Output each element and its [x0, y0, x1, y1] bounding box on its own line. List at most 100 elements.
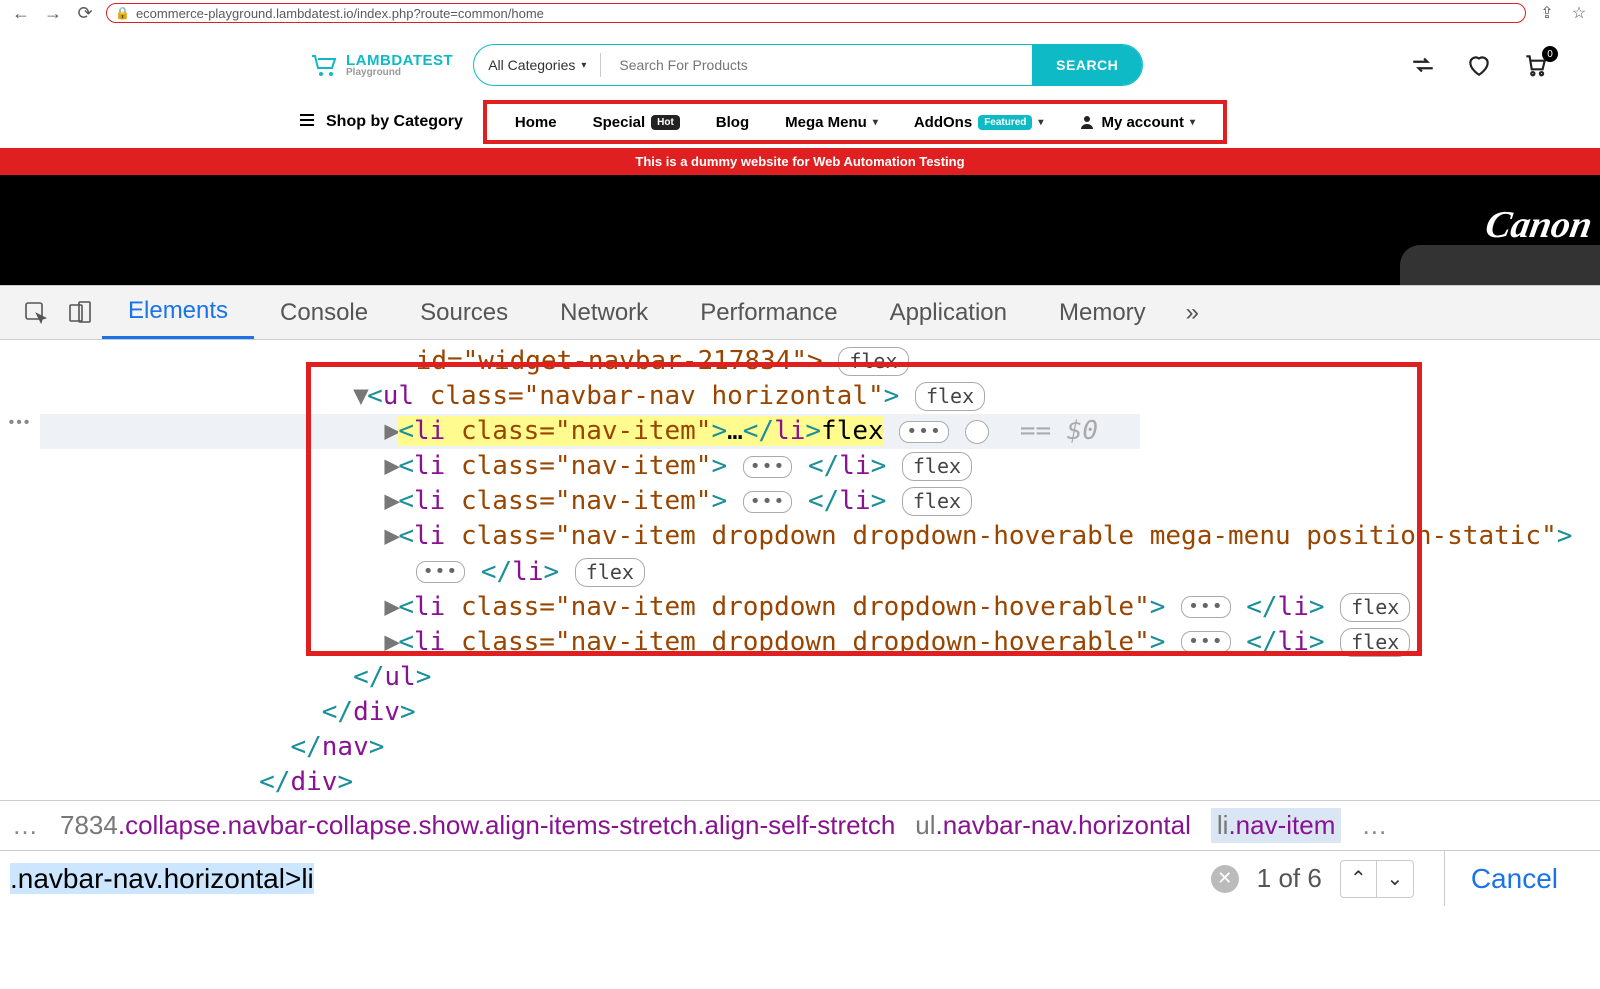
tab-memory[interactable]: Memory: [1033, 286, 1172, 339]
expand-arrow[interactable]: ▼: [353, 379, 367, 414]
code-line[interactable]: </ul>: [40, 660, 1600, 695]
search-stepper: ⌃ ⌄: [1340, 860, 1414, 898]
hot-badge: Hot: [651, 115, 680, 130]
cart-icon[interactable]: 0: [1520, 50, 1550, 80]
expand-arrow[interactable]: ▶: [384, 519, 398, 554]
back-button[interactable]: ←: [10, 2, 32, 24]
code-line[interactable]: ▶<li class="nav-item dropdown dropdown-h…: [40, 519, 1600, 554]
main-nav: Home SpecialHot Blog Mega Menu▾ AddOnsFe…: [483, 100, 1227, 144]
code-line[interactable]: </div>: [40, 695, 1600, 730]
nav-blog[interactable]: Blog: [716, 114, 749, 131]
search-input[interactable]: [601, 45, 1032, 85]
actions-icon[interactable]: •••: [416, 561, 466, 583]
hero-brand-text: Canon: [1482, 203, 1595, 247]
cart-count-badge: 0: [1542, 46, 1558, 62]
url-text: ecommerce-playground.lambdatest.io/index…: [136, 6, 544, 21]
expand-arrow[interactable]: ▶: [384, 484, 398, 519]
nav-addons[interactable]: AddOnsFeatured▾: [914, 114, 1044, 131]
code-line[interactable]: ••• </li> flex: [40, 555, 1600, 590]
actions-icon[interactable]: •••: [743, 491, 793, 513]
browser-toolbar: ← → ⟳ 🔒 ecommerce-playground.lambdatest.…: [0, 0, 1600, 26]
code-line[interactable]: </nav>: [40, 730, 1600, 765]
compare-icon[interactable]: [1408, 50, 1438, 80]
expand-arrow[interactable]: ▶: [384, 625, 398, 660]
dom-tree[interactable]: id="widget-navbar-217834"> flex ▼<ul cla…: [40, 340, 1600, 800]
search-button[interactable]: SEARCH: [1032, 45, 1142, 85]
code-line[interactable]: ▼<ul class="navbar-nav horizontal"> flex: [40, 379, 1600, 414]
breadcrumb-item[interactable]: 7834.collapse.navbar-collapse.show.align…: [60, 810, 895, 841]
expand-arrow[interactable]: ▶: [384, 590, 398, 625]
nav-home[interactable]: Home: [515, 114, 557, 131]
tabs-overflow-icon[interactable]: »: [1172, 299, 1213, 327]
wishlist-icon[interactable]: [1464, 50, 1494, 80]
lock-icon: 🔒: [115, 6, 130, 20]
tab-sources[interactable]: Sources: [394, 286, 534, 339]
inspect-element-icon[interactable]: [14, 295, 58, 331]
expand-arrow[interactable]: ▶: [384, 449, 398, 484]
nav-my-account[interactable]: My account▾: [1079, 114, 1195, 131]
scroll-indicator: [965, 420, 989, 444]
dollar-zero: == $0: [1020, 416, 1098, 446]
cancel-button[interactable]: Cancel: [1444, 851, 1584, 906]
featured-badge: Featured: [978, 115, 1032, 130]
flex-badge[interactable]: flex: [915, 382, 985, 411]
bookmark-icon[interactable]: ☆: [1568, 2, 1590, 24]
flex-badge[interactable]: flex: [902, 452, 972, 481]
hero-section: Canon: [0, 175, 1600, 285]
shop-by-category-label: Shop by Category: [326, 113, 463, 131]
code-line-selected[interactable]: ▶<li class="nav-item">…</li>flex ••• == …: [40, 414, 1140, 449]
code-line[interactable]: ▶<li class="nav-item"> ••• </li> flex: [40, 484, 1600, 519]
search-prev-button[interactable]: ⌃: [1341, 861, 1377, 897]
device-toggle-icon[interactable]: [58, 295, 102, 331]
breadcrumb: … 7834.collapse.navbar-collapse.show.ali…: [0, 800, 1600, 850]
expand-arrow[interactable]: ▶: [384, 414, 398, 449]
logo[interactable]: LAMBDATEST Playground: [310, 52, 453, 78]
search-next-button[interactable]: ⌄: [1377, 861, 1413, 897]
flex-badge[interactable]: flex: [575, 558, 645, 587]
search-query-input[interactable]: .navbar-nav.horizontal>li: [0, 857, 1193, 901]
share-icon[interactable]: ⇪: [1536, 2, 1558, 24]
tab-elements[interactable]: Elements: [102, 286, 254, 339]
code-line[interactable]: ▶<li class="nav-item dropdown dropdown-h…: [40, 625, 1600, 660]
clear-search-icon[interactable]: ✕: [1211, 865, 1239, 893]
nav-mega-menu[interactable]: Mega Menu▾: [785, 114, 878, 131]
tab-network[interactable]: Network: [534, 286, 674, 339]
tab-performance[interactable]: Performance: [674, 286, 863, 339]
tab-console[interactable]: Console: [254, 286, 394, 339]
code-line[interactable]: ▶<li class="nav-item dropdown dropdown-h…: [40, 590, 1600, 625]
shop-by-category[interactable]: Shop by Category: [298, 111, 463, 134]
code-line[interactable]: </div>: [40, 765, 1600, 800]
flex-badge[interactable]: flex: [838, 347, 908, 376]
chevron-down-icon: ▾: [1190, 117, 1195, 128]
devtools-search-bar: .navbar-nav.horizontal>li ✕ 1 of 6 ⌃ ⌄ C…: [0, 850, 1600, 906]
search-category-label: All Categories: [488, 57, 575, 73]
search-category-select[interactable]: All Categories ▾: [474, 57, 600, 73]
camera-image: [1400, 245, 1600, 285]
breadcrumb-item-selected[interactable]: li.nav-item: [1211, 808, 1341, 843]
user-icon: [1079, 114, 1095, 130]
breadcrumb-item[interactable]: ul.navbar-nav.horizontal: [915, 810, 1191, 841]
code-line[interactable]: id="widget-navbar-217834"> flex: [40, 344, 1600, 379]
search-result-count: 1 of 6: [1257, 863, 1322, 894]
actions-icon[interactable]: •••: [1181, 596, 1231, 618]
flex-badge[interactable]: flex: [1340, 628, 1410, 657]
flex-badge[interactable]: flex: [902, 487, 972, 516]
actions-icon[interactable]: •••: [743, 456, 793, 478]
reload-button[interactable]: ⟳: [74, 2, 96, 24]
cart-logo-icon: [310, 52, 340, 78]
url-bar[interactable]: 🔒 ecommerce-playground.lambdatest.io/ind…: [106, 3, 1526, 23]
chevron-down-icon: ▾: [873, 117, 878, 128]
actions-icon[interactable]: •••: [899, 421, 949, 443]
flex-badge[interactable]: flex: [1340, 593, 1410, 622]
forward-button[interactable]: →: [42, 2, 64, 24]
devtools-panel: Elements Console Sources Network Perform…: [0, 285, 1600, 906]
devtools-tabs: Elements Console Sources Network Perform…: [0, 286, 1600, 340]
search-bar: All Categories ▾ SEARCH: [473, 44, 1143, 86]
breadcrumb-overflow[interactable]: …: [1361, 810, 1389, 841]
info-banner: This is a dummy website for Web Automati…: [0, 148, 1600, 175]
actions-icon[interactable]: •••: [1181, 631, 1231, 653]
breadcrumb-overflow[interactable]: …: [12, 810, 40, 841]
tab-application[interactable]: Application: [864, 286, 1033, 339]
nav-special[interactable]: SpecialHot: [593, 114, 680, 131]
code-line[interactable]: ▶<li class="nav-item"> ••• </li> flex: [40, 449, 1600, 484]
